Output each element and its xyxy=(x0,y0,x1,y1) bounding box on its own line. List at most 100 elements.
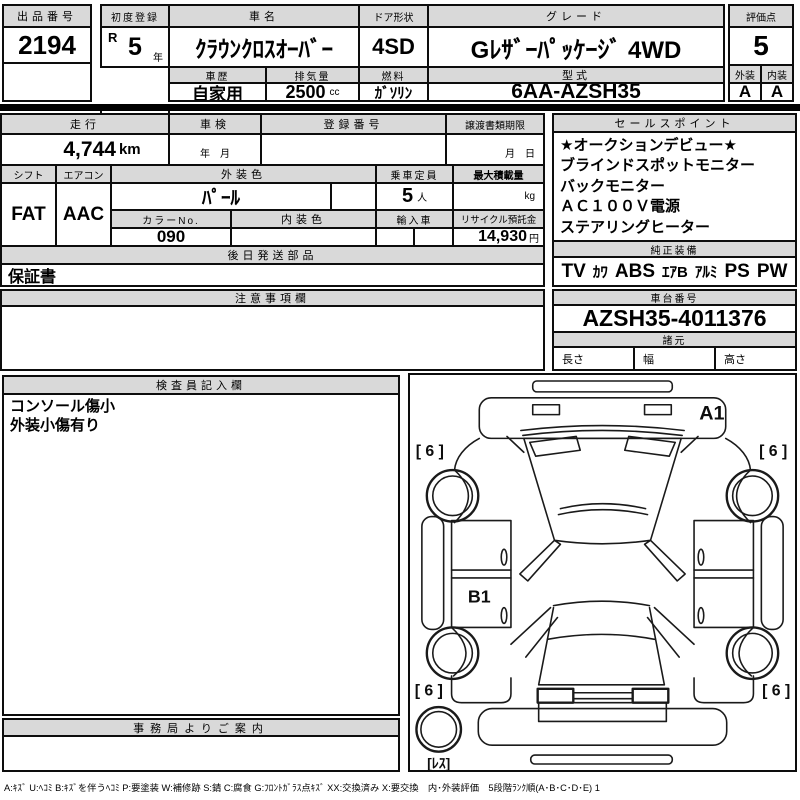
sales-point-line: ブラインドスポットモニター xyxy=(560,157,756,175)
exterior-color-suffix-cell xyxy=(330,182,377,211)
wiper-left xyxy=(528,435,582,457)
equipment-item: TV xyxy=(561,260,586,282)
equipment-item: PW xyxy=(756,260,788,282)
auction-no-value: 2194 xyxy=(2,26,92,64)
roof-rear-arc xyxy=(552,600,651,607)
aircon-header: エアコン xyxy=(55,164,112,184)
transfer-deadline-cell: 月 日 xyxy=(445,133,545,166)
rear-quarter-left xyxy=(450,675,512,704)
reg-no-header: 登録番号 xyxy=(260,113,447,135)
door-split-right xyxy=(693,569,755,579)
mileage-unit: km xyxy=(118,141,141,158)
license-bar xyxy=(572,691,634,700)
rocker-panel-left xyxy=(421,515,445,631)
rear-quarter-right xyxy=(693,675,755,704)
inspector-note-line: コンソール傷小 xyxy=(10,398,116,415)
car-wheels xyxy=(415,468,780,753)
later-parts-header: 後日発送部品 xyxy=(0,245,545,265)
c-pillar-left xyxy=(510,606,559,658)
auction-sheet: 出品番号 2194 初度登録 R 5 年 4 月 車名 ｸﾗｳﾝｸﾛｽｵｰﾊﾞｰ… xyxy=(0,0,800,800)
fuel-value: ｶﾞｿﾘﾝ xyxy=(358,82,429,102)
aircon-value: AAC xyxy=(55,182,112,247)
rocker-panel-right xyxy=(760,515,784,631)
recycle-value: 14,930 xyxy=(478,228,527,245)
exterior-color-value: ﾊﾟｰﾙ xyxy=(110,182,332,211)
wheel-front-left xyxy=(425,468,480,523)
rear-bumper xyxy=(477,707,728,746)
color-no-value: 090 xyxy=(110,227,232,247)
tire-depth-front-left: [ 6 ] xyxy=(416,443,444,460)
recycle-unit: 円 xyxy=(529,233,539,245)
capacity-unit: 人 xyxy=(417,193,428,204)
rear-window-arc xyxy=(546,633,656,641)
door-split-left xyxy=(450,569,512,579)
car-diagram-svg: A1 B1 [ 6 ] [ 6 ] [ 6 ] [ 6 ] [ﾚｽ] xyxy=(415,380,790,770)
equipment-item: ｱﾙﾐ xyxy=(694,264,718,281)
damage-mark-left-door: B1 xyxy=(468,587,491,607)
rear-window xyxy=(537,606,666,686)
door-header: ドア形状 xyxy=(358,4,429,28)
inspection-header: 車検 xyxy=(168,113,262,135)
door-value: 4SD xyxy=(358,26,429,68)
exterior-grade-header: 外装 xyxy=(728,64,762,84)
first-reg-header: 初度登録 xyxy=(100,4,170,28)
spec-length-cell: 長さ xyxy=(552,346,635,371)
wheel-front-right-inner xyxy=(731,475,774,517)
sales-point-line: ステアリングヒーター xyxy=(560,218,711,236)
car-name-header: 車名 xyxy=(168,4,360,28)
front-door-slant-left xyxy=(519,539,562,582)
history-value: 自家用 xyxy=(168,82,267,102)
grade-value: Gﾚｻﾞｰﾊﾟｯｹｰｼﾞ 4WD xyxy=(427,26,725,68)
inspector-notes-header: 検査員記入欄 xyxy=(2,375,400,395)
capacity-value: 5 xyxy=(401,185,414,207)
reg-no-cell xyxy=(260,133,447,166)
sales-points-header: セールスポイント xyxy=(552,113,797,133)
license-bracket-left xyxy=(536,687,575,704)
first-reg-year-unit: 年 xyxy=(153,53,163,64)
inspector-note-line: 外装小傷有り xyxy=(10,417,101,434)
car-rear-section xyxy=(450,600,755,765)
auction-no-empty-cell xyxy=(2,62,92,102)
grade-header: グレード xyxy=(427,4,725,28)
recycle-header: リサイクル預託金 xyxy=(452,209,545,229)
spare-tire-mark: [ﾚｽ] xyxy=(427,755,450,770)
factory-equipment-row: TV ｶﾜ ABS ｴｱB ｱﾙﾐ PS PW xyxy=(552,256,797,287)
wheel-rear-left xyxy=(425,626,480,681)
wheel-front-right xyxy=(725,468,780,523)
damage-code-legend: A:ｷｽﾞ U:ﾍｺﾐ B:ｷｽﾞを伴うﾍｺﾐ P:要塗装 W:補修跡 S:錆 … xyxy=(4,783,600,793)
sales-points-box: ★オークションデビュー★ ブラインドスポットモニター バックモニター ＡＣ１００… xyxy=(552,131,797,242)
exterior-grade-value: A xyxy=(728,82,762,102)
door-handle-rear-right xyxy=(697,606,705,625)
equipment-item: ABS xyxy=(614,260,655,282)
later-parts-value: 保証書 xyxy=(0,263,545,287)
displacement-value: 2500 xyxy=(285,82,326,102)
front-door-slant-right xyxy=(643,539,686,582)
tire-depth-rear-right: [ 6 ] xyxy=(762,683,790,700)
exterior-color-header: 外装色 xyxy=(110,164,377,184)
first-reg-era: R xyxy=(108,30,118,45)
wheel-rear-right xyxy=(725,626,780,681)
capacity-cell: 5 人 xyxy=(375,182,454,211)
notes-box xyxy=(0,305,545,371)
section-divider-band xyxy=(0,104,800,111)
door-handle-front-right xyxy=(697,548,705,566)
first-reg-year: 5 xyxy=(128,32,142,61)
transfer-deadline-header: 譲渡書類期限 xyxy=(445,113,545,135)
import-car-header: 輸入車 xyxy=(375,209,454,229)
inspection-cell: 年 月 xyxy=(168,133,262,166)
interior-color-header: 内装色 xyxy=(230,209,377,229)
max-load-header: 最大積載量 xyxy=(452,164,545,184)
equipment-item: ｶﾜ xyxy=(592,264,608,281)
mileage-header: 走行 xyxy=(0,113,170,135)
roof-front-arc-2 xyxy=(557,508,649,516)
interior-grade-header: 内装 xyxy=(760,64,794,84)
score-header: 評価点 xyxy=(728,4,794,28)
tire-depth-rear-left: [ 6 ] xyxy=(415,683,443,700)
capacity-header: 乗車定員 xyxy=(375,164,454,184)
spec-height-cell: 高さ xyxy=(714,346,797,371)
interior-grade-value: A xyxy=(760,82,794,102)
office-notice-box xyxy=(2,735,400,772)
mileage-cell: 4,744 km xyxy=(0,133,170,166)
front-grille-left xyxy=(531,403,561,416)
score-value: 5 xyxy=(728,26,794,66)
